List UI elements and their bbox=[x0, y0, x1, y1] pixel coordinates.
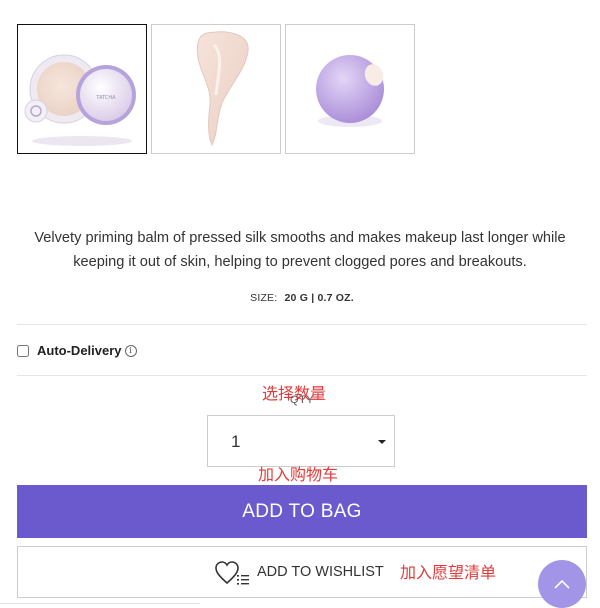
quantity-value: 1 bbox=[231, 432, 241, 451]
divider bbox=[0, 603, 200, 604]
divider bbox=[17, 375, 587, 376]
add-to-bag-button[interactable]: ADD TO BAG bbox=[17, 485, 587, 538]
qty-label: QTY bbox=[289, 394, 315, 406]
auto-delivery-option: Auto-Delivery i bbox=[17, 343, 137, 358]
product-texture-icon bbox=[316, 55, 384, 127]
auto-delivery-label: Auto-Delivery bbox=[37, 343, 122, 358]
svg-text:TATCHA: TATCHA bbox=[95, 95, 116, 101]
add-to-wishlist-label: ADD TO WISHLIST bbox=[257, 564, 384, 580]
thumbnail-texture[interactable] bbox=[285, 24, 415, 154]
product-thumbnail-gallery: TATCHA bbox=[17, 24, 415, 154]
heart-list-icon bbox=[215, 561, 251, 592]
thumbnail-compact[interactable]: TATCHA bbox=[17, 24, 147, 154]
product-size: SIZE: 20 G | 0.7 OZ. bbox=[0, 292, 600, 304]
size-value: 20 G | 0.7 OZ. bbox=[284, 292, 354, 304]
annotation-add-to-cart: 加入购物车 bbox=[258, 465, 339, 484]
chevron-down-icon bbox=[378, 440, 386, 444]
chevron-up-icon bbox=[554, 579, 570, 589]
scroll-to-top-button[interactable] bbox=[538, 560, 586, 608]
add-to-wishlist-button[interactable]: ADD TO WISHLIST bbox=[17, 546, 587, 598]
annotation-add-to-wishlist: 加入愿望清单 bbox=[400, 563, 497, 582]
size-label: SIZE: bbox=[250, 292, 278, 304]
thumbnail-swatch[interactable] bbox=[151, 24, 281, 154]
product-description: Velvety priming balm of pressed silk smo… bbox=[34, 230, 566, 270]
divider bbox=[17, 324, 587, 325]
product-swatch-icon bbox=[196, 31, 249, 147]
info-icon[interactable]: i bbox=[124, 344, 137, 357]
quantity-select[interactable]: 1 bbox=[207, 415, 395, 467]
auto-delivery-checkbox[interactable] bbox=[17, 344, 29, 357]
product-compact-icon: TATCHA bbox=[24, 54, 136, 146]
